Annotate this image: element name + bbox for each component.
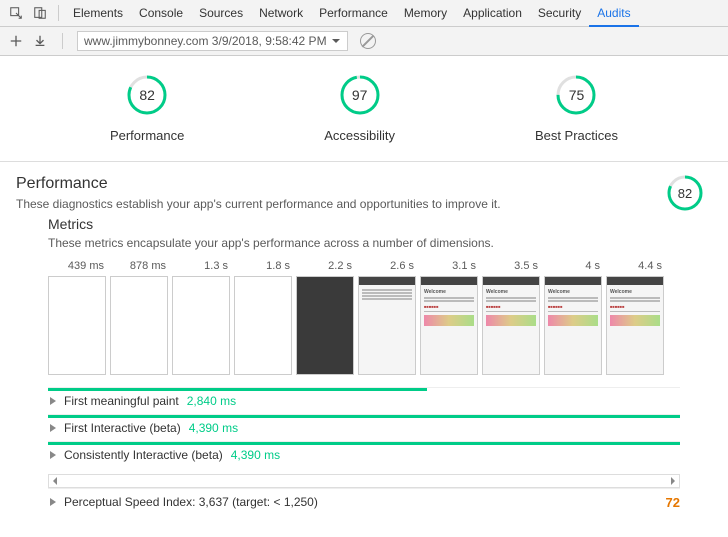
tab-memory[interactable]: Memory xyxy=(396,0,455,27)
score-label: Performance xyxy=(110,128,184,143)
score-bestpractices[interactable]: 75 Best Practices xyxy=(535,74,618,143)
section-score: 82 xyxy=(666,174,704,212)
tab-elements[interactable]: Elements xyxy=(65,0,131,27)
clear-icon[interactable] xyxy=(360,33,376,49)
performance-section: Performance These diagnostics establish … xyxy=(0,162,728,527)
inspect-icon[interactable] xyxy=(8,5,24,21)
metric-name: Consistently Interactive (beta) xyxy=(64,448,223,462)
filmstrip-time: 1.8 s xyxy=(234,260,292,272)
metric-name: First Interactive (beta) xyxy=(64,421,181,435)
expand-icon[interactable] xyxy=(50,424,56,432)
filmstrip-time: 2.2 s xyxy=(296,260,354,272)
frame xyxy=(234,276,292,375)
chevron-left-icon xyxy=(51,477,59,485)
metric-row[interactable]: First Interactive (beta) 4,390 ms xyxy=(48,414,680,441)
filmstrip-time: 2.6 s xyxy=(358,260,416,272)
frame: Welcome■■■■■■ xyxy=(606,276,664,375)
frame xyxy=(358,276,416,375)
metric-row[interactable]: First meaningful paint 2,840 ms xyxy=(48,387,680,414)
filmstrip-time: 878 ms xyxy=(110,260,168,272)
filmstrip-time: 3.1 s xyxy=(420,260,478,272)
metrics-subtitle: These metrics encapsulate your app's per… xyxy=(48,236,680,250)
tab-performance[interactable]: Performance xyxy=(311,0,396,27)
frame: Welcome■■■■■■ xyxy=(482,276,540,375)
section-subtitle: These diagnostics establish your app's c… xyxy=(16,197,501,211)
divider xyxy=(58,5,59,21)
download-button[interactable] xyxy=(32,33,48,49)
metrics-block: Metrics These metrics encapsulate your a… xyxy=(16,212,712,515)
tab-audits[interactable]: Audits xyxy=(589,0,638,27)
filmstrip-time: 4.4 s xyxy=(606,260,664,272)
score-performance[interactable]: 82 Performance xyxy=(110,74,184,143)
divider xyxy=(62,33,63,49)
tab-console[interactable]: Console xyxy=(131,0,191,27)
section-title: Performance xyxy=(16,175,501,193)
frame: Welcome■■■■■■ xyxy=(544,276,602,375)
metric-name: Perceptual Speed Index: 3,637 (target: <… xyxy=(64,495,318,509)
new-audit-button[interactable] xyxy=(8,33,24,49)
frame xyxy=(48,276,106,375)
tab-network[interactable]: Network xyxy=(251,0,311,27)
filmstrip-time: 3.5 s xyxy=(482,260,540,272)
audit-url: www.jimmybonney.com 3/9/2018, 9:58:42 PM xyxy=(84,34,327,48)
metric-row[interactable]: Perceptual Speed Index: 3,637 (target: <… xyxy=(48,488,680,515)
expand-icon[interactable] xyxy=(50,451,56,459)
tab-sources[interactable]: Sources xyxy=(191,0,251,27)
score-value: 75 xyxy=(555,74,597,116)
expand-icon[interactable] xyxy=(50,397,56,405)
tab-application[interactable]: Application xyxy=(455,0,530,27)
filmstrip: 439 ms 878 ms 1.3 s 1.8 s 2.2 s 2.6 s 3.1 s 3.5… xyxy=(48,260,680,375)
metric-name: First meaningful paint xyxy=(64,394,179,408)
metrics-title: Metrics xyxy=(48,216,680,232)
score-accessibility[interactable]: 97 Accessibility xyxy=(324,74,395,143)
frame xyxy=(172,276,230,375)
devtools-tabs: Elements Console Sources Network Perform… xyxy=(0,0,728,27)
metric-row[interactable]: Consistently Interactive (beta) 4,390 ms xyxy=(48,441,680,468)
frame: Welcome■■■■■■ xyxy=(420,276,478,375)
metric-value: 4,390 ms xyxy=(189,421,238,435)
frame xyxy=(296,276,354,375)
chevron-down-icon xyxy=(331,36,341,46)
filmstrip-time: 4 s xyxy=(544,260,602,272)
filmstrip-time: 439 ms xyxy=(48,260,106,272)
scores-row: 82 Performance 97 Accessibility 75 Best … xyxy=(0,56,728,162)
score-label: Best Practices xyxy=(535,128,618,143)
metric-value: 2,840 ms xyxy=(187,394,236,408)
filmstrip-frames: Welcome■■■■■■ Welcome■■■■■■ Welcome■■■■■… xyxy=(48,276,680,375)
metric-value: 4,390 ms xyxy=(231,448,280,462)
frame xyxy=(110,276,168,375)
score-label: Accessibility xyxy=(324,128,395,143)
filmstrip-time: 1.3 s xyxy=(172,260,230,272)
metric-score: 72 xyxy=(666,495,680,510)
horizontal-scrollbar[interactable] xyxy=(48,474,680,488)
score-value: 82 xyxy=(126,74,168,116)
audit-select[interactable]: www.jimmybonney.com 3/9/2018, 9:58:42 PM xyxy=(77,31,348,51)
chevron-right-icon xyxy=(669,477,677,485)
audits-toolbar: www.jimmybonney.com 3/9/2018, 9:58:42 PM xyxy=(0,27,728,56)
device-toggle-icon[interactable] xyxy=(32,5,48,21)
section-score-ring: 82 xyxy=(666,174,704,212)
score-value: 97 xyxy=(339,74,381,116)
tab-security[interactable]: Security xyxy=(530,0,589,27)
expand-icon[interactable] xyxy=(50,498,56,506)
